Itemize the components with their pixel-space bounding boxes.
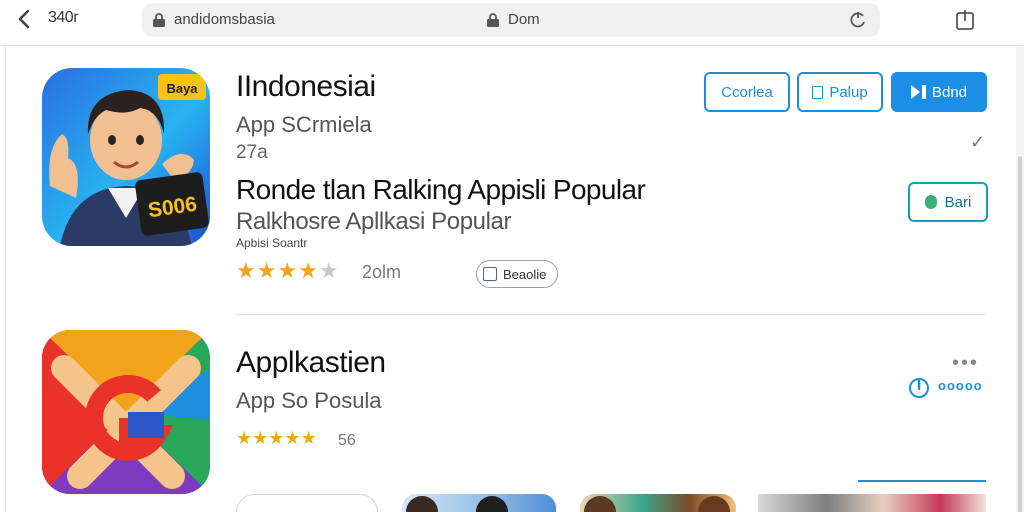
star-filled-icon: ★: [300, 428, 317, 448]
reload-icon[interactable]: [848, 10, 868, 30]
star-filled-icon: ★: [252, 428, 269, 448]
domain-text: Dom: [508, 11, 540, 28]
rating-stars: ★★★★★: [236, 258, 340, 284]
download-label: ooooo: [938, 378, 983, 393]
url-text[interactable]: andidomsbasia: [174, 11, 275, 28]
button-bdnd[interactable]: Bdnd: [891, 72, 987, 112]
check-icon: ✓: [970, 132, 986, 152]
thumbnail-face: [698, 496, 730, 512]
star-filled-icon: ★: [256, 258, 278, 283]
star-filled-icon: ★: [284, 428, 301, 448]
scrollbar[interactable]: [1016, 46, 1024, 512]
bookmark-icon: [483, 267, 497, 281]
star-filled-icon: ★: [277, 258, 299, 283]
square-icon: [812, 85, 824, 99]
lock-icon: [152, 12, 166, 28]
play-icon: [910, 85, 920, 99]
status-time: 340r: [48, 9, 79, 26]
screenshot-thumbnail[interactable]: [236, 494, 378, 512]
star-filled-icon: ★: [268, 428, 285, 448]
button-palup[interactable]: Palup: [797, 72, 883, 112]
play-bar: [921, 85, 926, 99]
screenshot-thumbnail[interactable]: [758, 494, 986, 512]
app-title[interactable]: IIndonesiai: [236, 70, 376, 104]
category-chip[interactable]: Beaolie: [476, 260, 558, 288]
app-subtitle: App So Posula: [236, 388, 382, 413]
app-subtitle: App SCrmiela: [236, 112, 372, 137]
lock-icon: [486, 12, 500, 28]
chip-label: Beaolie: [503, 267, 547, 282]
screenshot-thumbnail[interactable]: [580, 494, 736, 512]
rating-stars: ★★★★★: [236, 428, 317, 449]
app-title[interactable]: Applkastien: [236, 346, 386, 380]
thumbnail-face: [584, 496, 616, 512]
more-options-icon[interactable]: •••: [952, 352, 979, 375]
button-label: Palup: [829, 83, 868, 101]
rating-text: 2olm: [362, 262, 402, 282]
divider: [236, 314, 986, 315]
back-icon[interactable]: [14, 8, 36, 30]
app-icon-applkastien[interactable]: [42, 330, 210, 494]
hand-tap-icon: [908, 376, 930, 398]
app-headline-secondary: Ralkhosre Apllkasi Popular: [236, 208, 512, 235]
button-bari[interactable]: Bari: [908, 182, 988, 222]
left-rail: [0, 46, 6, 512]
share-icon[interactable]: [954, 8, 976, 32]
download-button[interactable]: ooooo: [908, 374, 988, 400]
status-dot-icon: [924, 195, 937, 209]
button-label: Bari: [944, 193, 972, 211]
star-filled-icon: ★: [298, 258, 319, 283]
active-indicator: [858, 480, 986, 482]
rating-text: 56: [338, 432, 356, 449]
star-empty-icon: ★: [318, 258, 340, 283]
button-ccorlea[interactable]: Ccorlea: [704, 72, 790, 112]
app-headline: Ronde tlan Ralking Appisli Popular: [236, 174, 646, 205]
button-label: Bdnd: [931, 83, 968, 101]
browser-toolbar: 340r andidomsbasia Dom: [0, 0, 1024, 46]
thumbnail-face: [406, 496, 438, 512]
screenshot-thumbnail[interactable]: [402, 494, 556, 512]
app-caption: Apbisi Soantr: [236, 236, 308, 250]
app-icon-indonesia[interactable]: Baya S006: [42, 68, 210, 246]
address-bar[interactable]: andidomsbasia Dom: [142, 3, 880, 37]
star-filled-icon: ★: [236, 428, 253, 448]
scrollbar-thumb[interactable]: [1018, 156, 1022, 512]
app-count: 27a: [236, 142, 268, 163]
icon-badge-text: Baya: [166, 81, 198, 96]
thumbnail-face: [476, 496, 508, 512]
star-filled-icon: ★: [236, 258, 257, 283]
